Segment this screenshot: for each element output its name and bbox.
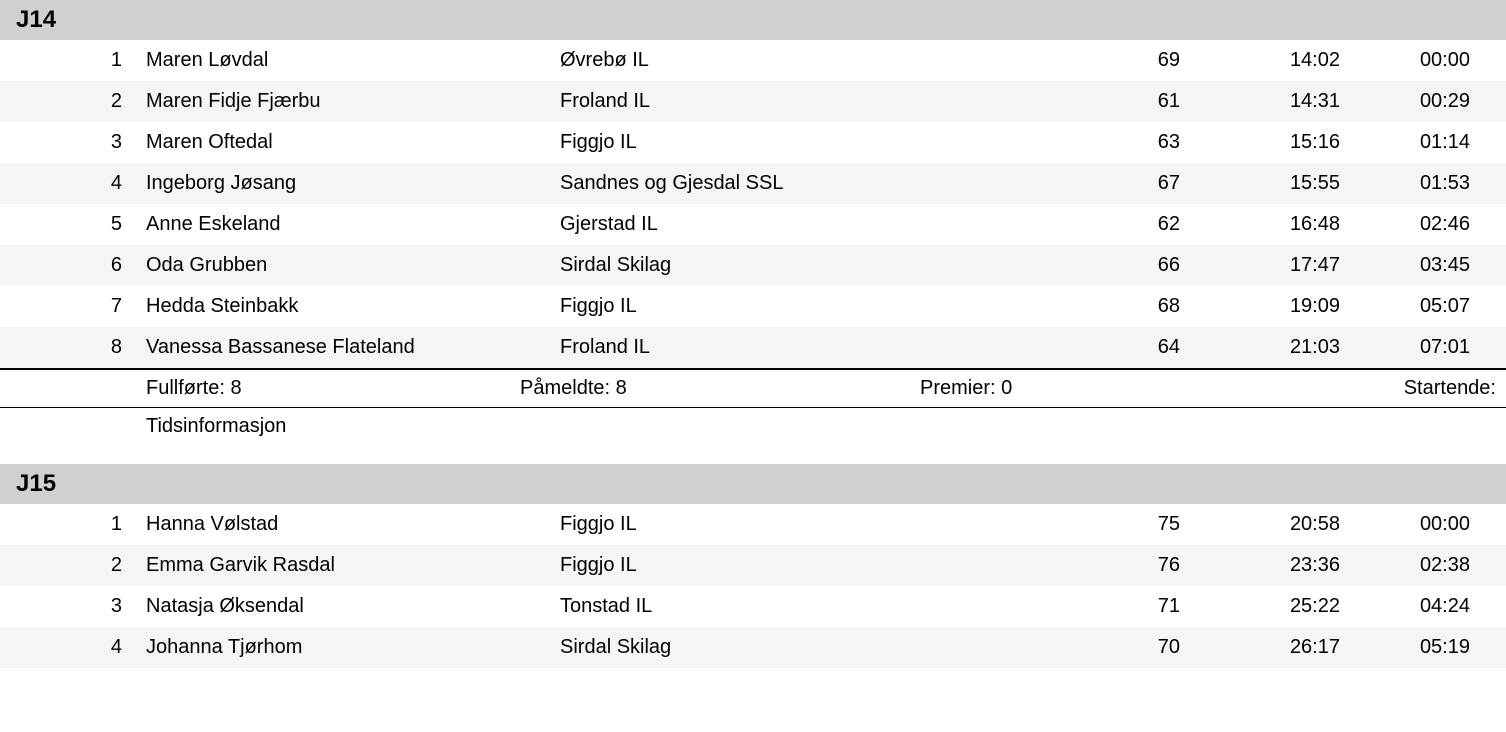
summary-row: Fullførte: 8 Påmeldte: 8 Premier: 0 Star… bbox=[0, 368, 1506, 408]
cell-diff: 00:29 bbox=[1340, 90, 1480, 113]
cell-bib: 61 bbox=[960, 90, 1180, 113]
cell-diff: 05:07 bbox=[1340, 295, 1480, 318]
cell-time: 16:48 bbox=[1180, 213, 1340, 236]
cell-time: 14:31 bbox=[1180, 90, 1340, 113]
cell-club: Froland IL bbox=[560, 90, 960, 113]
cell-diff: 01:53 bbox=[1340, 172, 1480, 195]
group-header: J14 bbox=[0, 0, 1506, 40]
summary-fullforte: Fullførte: 8 bbox=[100, 377, 520, 400]
cell-place: 2 bbox=[100, 554, 140, 577]
cell-place: 4 bbox=[100, 636, 140, 659]
cell-time: 20:58 bbox=[1180, 513, 1340, 536]
cell-name: Emma Garvik Rasdal bbox=[140, 554, 560, 577]
table-row: 2 Maren Fidje Fjærbu Froland IL 61 14:31… bbox=[0, 81, 1506, 122]
cell-bib: 66 bbox=[960, 254, 1180, 277]
cell-place: 5 bbox=[100, 213, 140, 236]
table-row: 3 Natasja Øksendal Tonstad IL 71 25:22 0… bbox=[0, 586, 1506, 627]
summary-startende: Startende: bbox=[1170, 377, 1506, 400]
cell-time: 19:09 bbox=[1180, 295, 1340, 318]
info-label: Tidsinformasjon bbox=[146, 415, 286, 438]
table-row: 7 Hedda Steinbakk Figgjo IL 68 19:09 05:… bbox=[0, 286, 1506, 327]
table-row: 4 Ingeborg Jøsang Sandnes og Gjesdal SSL… bbox=[0, 163, 1506, 204]
table-row: 1 Maren Løvdal Øvrebø IL 69 14:02 00:00 bbox=[0, 40, 1506, 81]
cell-club: Figgjo IL bbox=[560, 554, 960, 577]
cell-bib: 64 bbox=[960, 336, 1180, 359]
cell-bib: 70 bbox=[960, 636, 1180, 659]
cell-time: 17:47 bbox=[1180, 254, 1340, 277]
cell-club: Øvrebø IL bbox=[560, 49, 960, 72]
cell-name: Oda Grubben bbox=[140, 254, 560, 277]
cell-club: Figgjo IL bbox=[560, 295, 960, 318]
cell-name: Anne Eskeland bbox=[140, 213, 560, 236]
table-row: 1 Hanna Vølstad Figgjo IL 75 20:58 00:00 bbox=[0, 504, 1506, 545]
cell-time: 23:36 bbox=[1180, 554, 1340, 577]
cell-time: 15:16 bbox=[1180, 131, 1340, 154]
summary-premier: Premier: 0 bbox=[920, 377, 1170, 400]
cell-bib: 68 bbox=[960, 295, 1180, 318]
cell-club: Froland IL bbox=[560, 336, 960, 359]
cell-place: 3 bbox=[100, 595, 140, 618]
table-row: 4 Johanna Tjørhom Sirdal Skilag 70 26:17… bbox=[0, 627, 1506, 668]
cell-bib: 71 bbox=[960, 595, 1180, 618]
cell-diff: 00:00 bbox=[1340, 49, 1480, 72]
cell-place: 3 bbox=[100, 131, 140, 154]
table-row: 2 Emma Garvik Rasdal Figgjo IL 76 23:36 … bbox=[0, 545, 1506, 586]
cell-diff: 02:38 bbox=[1340, 554, 1480, 577]
cell-diff: 05:19 bbox=[1340, 636, 1480, 659]
cell-place: 1 bbox=[100, 513, 140, 536]
cell-name: Johanna Tjørhom bbox=[140, 636, 560, 659]
cell-bib: 76 bbox=[960, 554, 1180, 577]
cell-time: 26:17 bbox=[1180, 636, 1340, 659]
cell-club: Gjerstad IL bbox=[560, 213, 960, 236]
cell-club: Tonstad IL bbox=[560, 595, 960, 618]
cell-bib: 63 bbox=[960, 131, 1180, 154]
cell-bib: 67 bbox=[960, 172, 1180, 195]
cell-club: Figgjo IL bbox=[560, 513, 960, 536]
cell-time: 15:55 bbox=[1180, 172, 1340, 195]
cell-place: 6 bbox=[100, 254, 140, 277]
cell-name: Hedda Steinbakk bbox=[140, 295, 560, 318]
cell-time: 14:02 bbox=[1180, 49, 1340, 72]
cell-diff: 07:01 bbox=[1340, 336, 1480, 359]
table-row: 5 Anne Eskeland Gjerstad IL 62 16:48 02:… bbox=[0, 204, 1506, 245]
cell-name: Maren Fidje Fjærbu bbox=[140, 90, 560, 113]
cell-time: 21:03 bbox=[1180, 336, 1340, 359]
cell-name: Maren Oftedal bbox=[140, 131, 560, 154]
info-row: Tidsinformasjon bbox=[0, 408, 1506, 444]
cell-name: Ingeborg Jøsang bbox=[140, 172, 560, 195]
cell-club: Sirdal Skilag bbox=[560, 636, 960, 659]
cell-name: Hanna Vølstad bbox=[140, 513, 560, 536]
cell-diff: 01:14 bbox=[1340, 131, 1480, 154]
table-row: 6 Oda Grubben Sirdal Skilag 66 17:47 03:… bbox=[0, 245, 1506, 286]
cell-name: Vanessa Bassanese Flateland bbox=[140, 336, 560, 359]
cell-place: 2 bbox=[100, 90, 140, 113]
cell-place: 7 bbox=[100, 295, 140, 318]
cell-bib: 75 bbox=[960, 513, 1180, 536]
table-row: 3 Maren Oftedal Figgjo IL 63 15:16 01:14 bbox=[0, 122, 1506, 163]
summary-pameldte: Påmeldte: 8 bbox=[520, 377, 920, 400]
cell-name: Maren Løvdal bbox=[140, 49, 560, 72]
cell-diff: 02:46 bbox=[1340, 213, 1480, 236]
table-row: 8 Vanessa Bassanese Flateland Froland IL… bbox=[0, 327, 1506, 368]
cell-diff: 03:45 bbox=[1340, 254, 1480, 277]
cell-bib: 69 bbox=[960, 49, 1180, 72]
group-j14: J14 1 Maren Løvdal Øvrebø IL 69 14:02 00… bbox=[0, 0, 1506, 444]
cell-name: Natasja Øksendal bbox=[140, 595, 560, 618]
cell-club: Figgjo IL bbox=[560, 131, 960, 154]
cell-club: Sirdal Skilag bbox=[560, 254, 960, 277]
group-header: J15 bbox=[0, 464, 1506, 504]
group-j15: J15 1 Hanna Vølstad Figgjo IL 75 20:58 0… bbox=[0, 464, 1506, 668]
cell-club: Sandnes og Gjesdal SSL bbox=[560, 172, 960, 195]
cell-bib: 62 bbox=[960, 213, 1180, 236]
cell-time: 25:22 bbox=[1180, 595, 1340, 618]
cell-place: 4 bbox=[100, 172, 140, 195]
cell-diff: 04:24 bbox=[1340, 595, 1480, 618]
cell-diff: 00:00 bbox=[1340, 513, 1480, 536]
cell-place: 1 bbox=[100, 49, 140, 72]
cell-place: 8 bbox=[100, 336, 140, 359]
